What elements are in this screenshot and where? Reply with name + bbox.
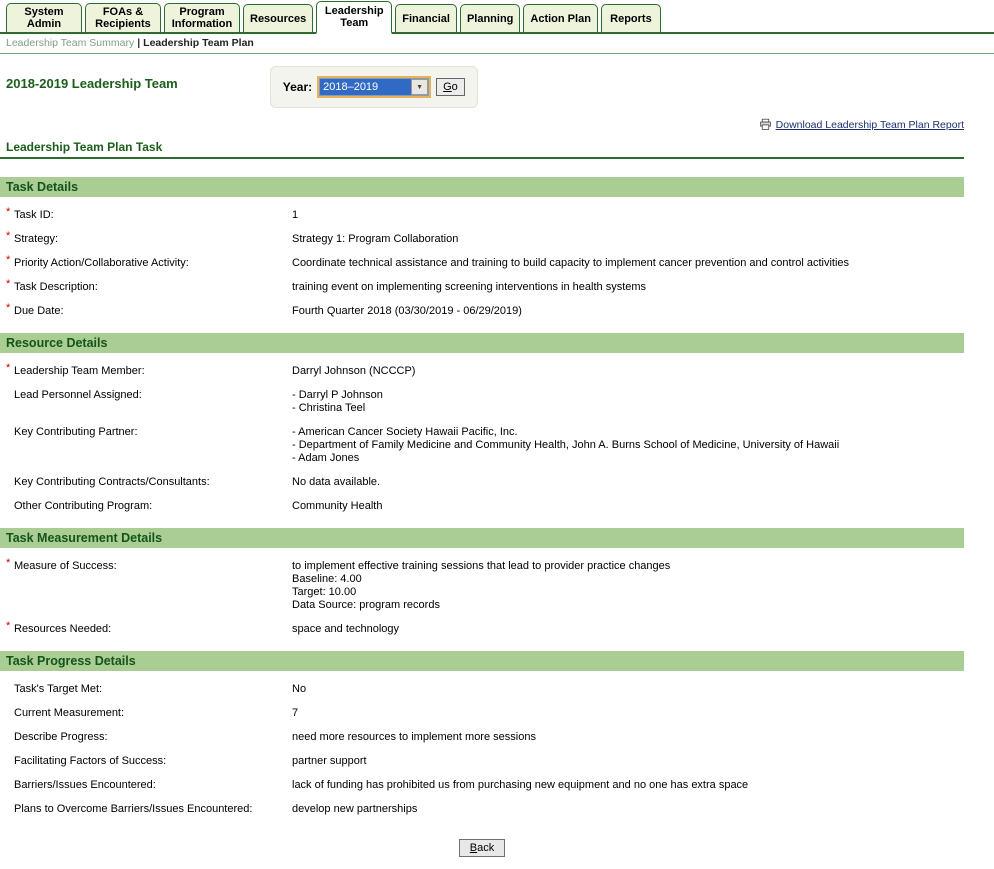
- field-row-leadership-team-member: *Leadership Team Member: Darryl Johnson …: [6, 365, 964, 378]
- field-label: Barriers/Issues Encountered:: [6, 779, 292, 792]
- field-label: Facilitating Factors of Success:: [6, 755, 292, 768]
- field-label: Current Measurement:: [6, 707, 292, 720]
- year-select[interactable]: 2018–2019: [319, 78, 429, 96]
- required-marker: *: [6, 302, 10, 315]
- top-tab-bar: System Admin FOAs & Recipients Program I…: [0, 0, 994, 34]
- page-header: 2018-2019 Leadership Team Year: 2018–201…: [0, 54, 994, 108]
- required-marker: *: [6, 230, 10, 243]
- required-marker: *: [6, 254, 10, 267]
- go-button[interactable]: Go: [436, 78, 465, 96]
- tab-action-plan[interactable]: Action Plan: [523, 4, 598, 32]
- year-label: Year:: [283, 80, 312, 94]
- field-value: Community Health: [292, 500, 964, 513]
- download-report-label: Download Leadership Team Plan Report: [776, 119, 964, 131]
- field-value: No: [292, 683, 964, 696]
- field-label: *Priority Action/Collaborative Activity:: [6, 257, 292, 270]
- required-marker: *: [6, 206, 10, 219]
- field-value: 7: [292, 707, 964, 720]
- field-label: *Leadership Team Member:: [6, 365, 292, 378]
- field-row-strategy: *Strategy: Strategy 1: Program Collabora…: [6, 233, 964, 246]
- field-value: Coordinate technical assistance and trai…: [292, 257, 964, 270]
- tab-reports[interactable]: Reports: [601, 4, 661, 32]
- field-row-describe-progress: Describe Progress: need more resources t…: [6, 731, 964, 744]
- field-row-priority-action: *Priority Action/Collaborative Activity:…: [6, 257, 964, 270]
- section-header-task-details: Task Details: [0, 177, 964, 197]
- page-title: 2018-2019 Leadership Team: [6, 76, 178, 91]
- field-row-resources-needed: *Resources Needed: space and technology: [6, 623, 964, 636]
- field-label: *Resources Needed:: [6, 623, 292, 636]
- field-row-current-measurement: Current Measurement: 7: [6, 707, 964, 720]
- download-report-link[interactable]: Download Leadership Team Plan Report: [759, 118, 964, 131]
- field-label: Key Contributing Contracts/Consultants:: [6, 476, 292, 489]
- breadcrumb-current: Leadership Team Plan: [143, 37, 254, 49]
- field-row-key-contracts-consultants: Key Contributing Contracts/Consultants: …: [6, 476, 964, 489]
- field-row-key-contributing-partner: Key Contributing Partner: - American Can…: [6, 426, 964, 465]
- tab-system-admin[interactable]: System Admin: [6, 3, 82, 32]
- printer-icon: [759, 118, 772, 131]
- field-value: need more resources to implement more se…: [292, 731, 964, 744]
- tab-planning[interactable]: Planning: [460, 4, 520, 32]
- field-label: *Task Description:: [6, 281, 292, 294]
- tab-foas-recipients[interactable]: FOAs & Recipients: [85, 3, 161, 32]
- tab-resources[interactable]: Resources: [243, 4, 313, 32]
- field-value: - American Cancer Society Hawaii Pacific…: [292, 426, 964, 465]
- field-row-facilitating-factors: Facilitating Factors of Success: partner…: [6, 755, 964, 768]
- field-row-barriers-issues: Barriers/Issues Encountered: lack of fun…: [6, 779, 964, 792]
- field-label: Describe Progress:: [6, 731, 292, 744]
- field-value: - Darryl P Johnson - Christina Teel: [292, 389, 964, 415]
- section-header-task-progress: Task Progress Details: [0, 651, 964, 671]
- field-label: Task's Target Met:: [6, 683, 292, 696]
- breadcrumb-separator: |: [137, 37, 140, 49]
- section-header-task-measurement: Task Measurement Details: [0, 528, 964, 548]
- field-row-other-contributing-program: Other Contributing Program: Community He…: [6, 500, 964, 513]
- field-value: to implement effective training sessions…: [292, 560, 964, 612]
- required-marker: *: [6, 620, 10, 633]
- field-row-task-description: *Task Description: training event on imp…: [6, 281, 964, 294]
- field-value: No data available.: [292, 476, 964, 489]
- field-row-measure-of-success: *Measure of Success: to implement effect…: [6, 560, 964, 612]
- field-value: Strategy 1: Program Collaboration: [292, 233, 964, 246]
- field-row-due-date: *Due Date: Fourth Quarter 2018 (03/30/20…: [6, 305, 964, 318]
- field-label: *Measure of Success:: [6, 560, 292, 612]
- back-row: Back: [0, 827, 994, 869]
- field-label: Key Contributing Partner:: [6, 426, 292, 465]
- field-value: training event on implementing screening…: [292, 281, 964, 294]
- field-value: partner support: [292, 755, 964, 768]
- field-label: Lead Personnel Assigned:: [6, 389, 292, 415]
- field-value: Darryl Johnson (NCCCP): [292, 365, 964, 378]
- field-value: lack of funding has prohibited us from p…: [292, 779, 964, 792]
- required-marker: *: [6, 362, 10, 375]
- field-label: *Due Date:: [6, 305, 292, 318]
- download-row: Download Leadership Team Plan Report: [0, 108, 994, 136]
- back-button[interactable]: Back: [459, 839, 505, 857]
- tab-financial[interactable]: Financial: [395, 4, 457, 32]
- required-marker: *: [6, 278, 10, 291]
- year-selector-panel: Year: 2018–2019 Go: [270, 66, 478, 108]
- field-label: Other Contributing Program:: [6, 500, 292, 513]
- field-label: *Strategy:: [6, 233, 292, 246]
- year-select-wrap: 2018–2019: [317, 76, 431, 98]
- field-value: space and technology: [292, 623, 964, 636]
- field-row-lead-personnel: Lead Personnel Assigned: - Darryl P John…: [6, 389, 964, 415]
- field-label: *Task ID:: [6, 209, 292, 222]
- field-row-target-met: Task's Target Met: No: [6, 683, 964, 696]
- field-row-task-id: *Task ID: 1: [6, 209, 964, 222]
- tab-program-information[interactable]: Program Information: [164, 3, 240, 32]
- plan-task-header: Leadership Team Plan Task: [0, 136, 964, 159]
- required-marker: *: [6, 557, 10, 570]
- breadcrumb: Leadership Team Summary|Leadership Team …: [0, 34, 994, 54]
- field-value: 1: [292, 209, 964, 222]
- section-header-resource-details: Resource Details: [0, 333, 964, 353]
- tab-leadership-team[interactable]: Leadership Team: [316, 1, 392, 34]
- field-value: Fourth Quarter 2018 (03/30/2019 - 06/29/…: [292, 305, 964, 318]
- breadcrumb-link-summary[interactable]: Leadership Team Summary: [6, 37, 134, 49]
